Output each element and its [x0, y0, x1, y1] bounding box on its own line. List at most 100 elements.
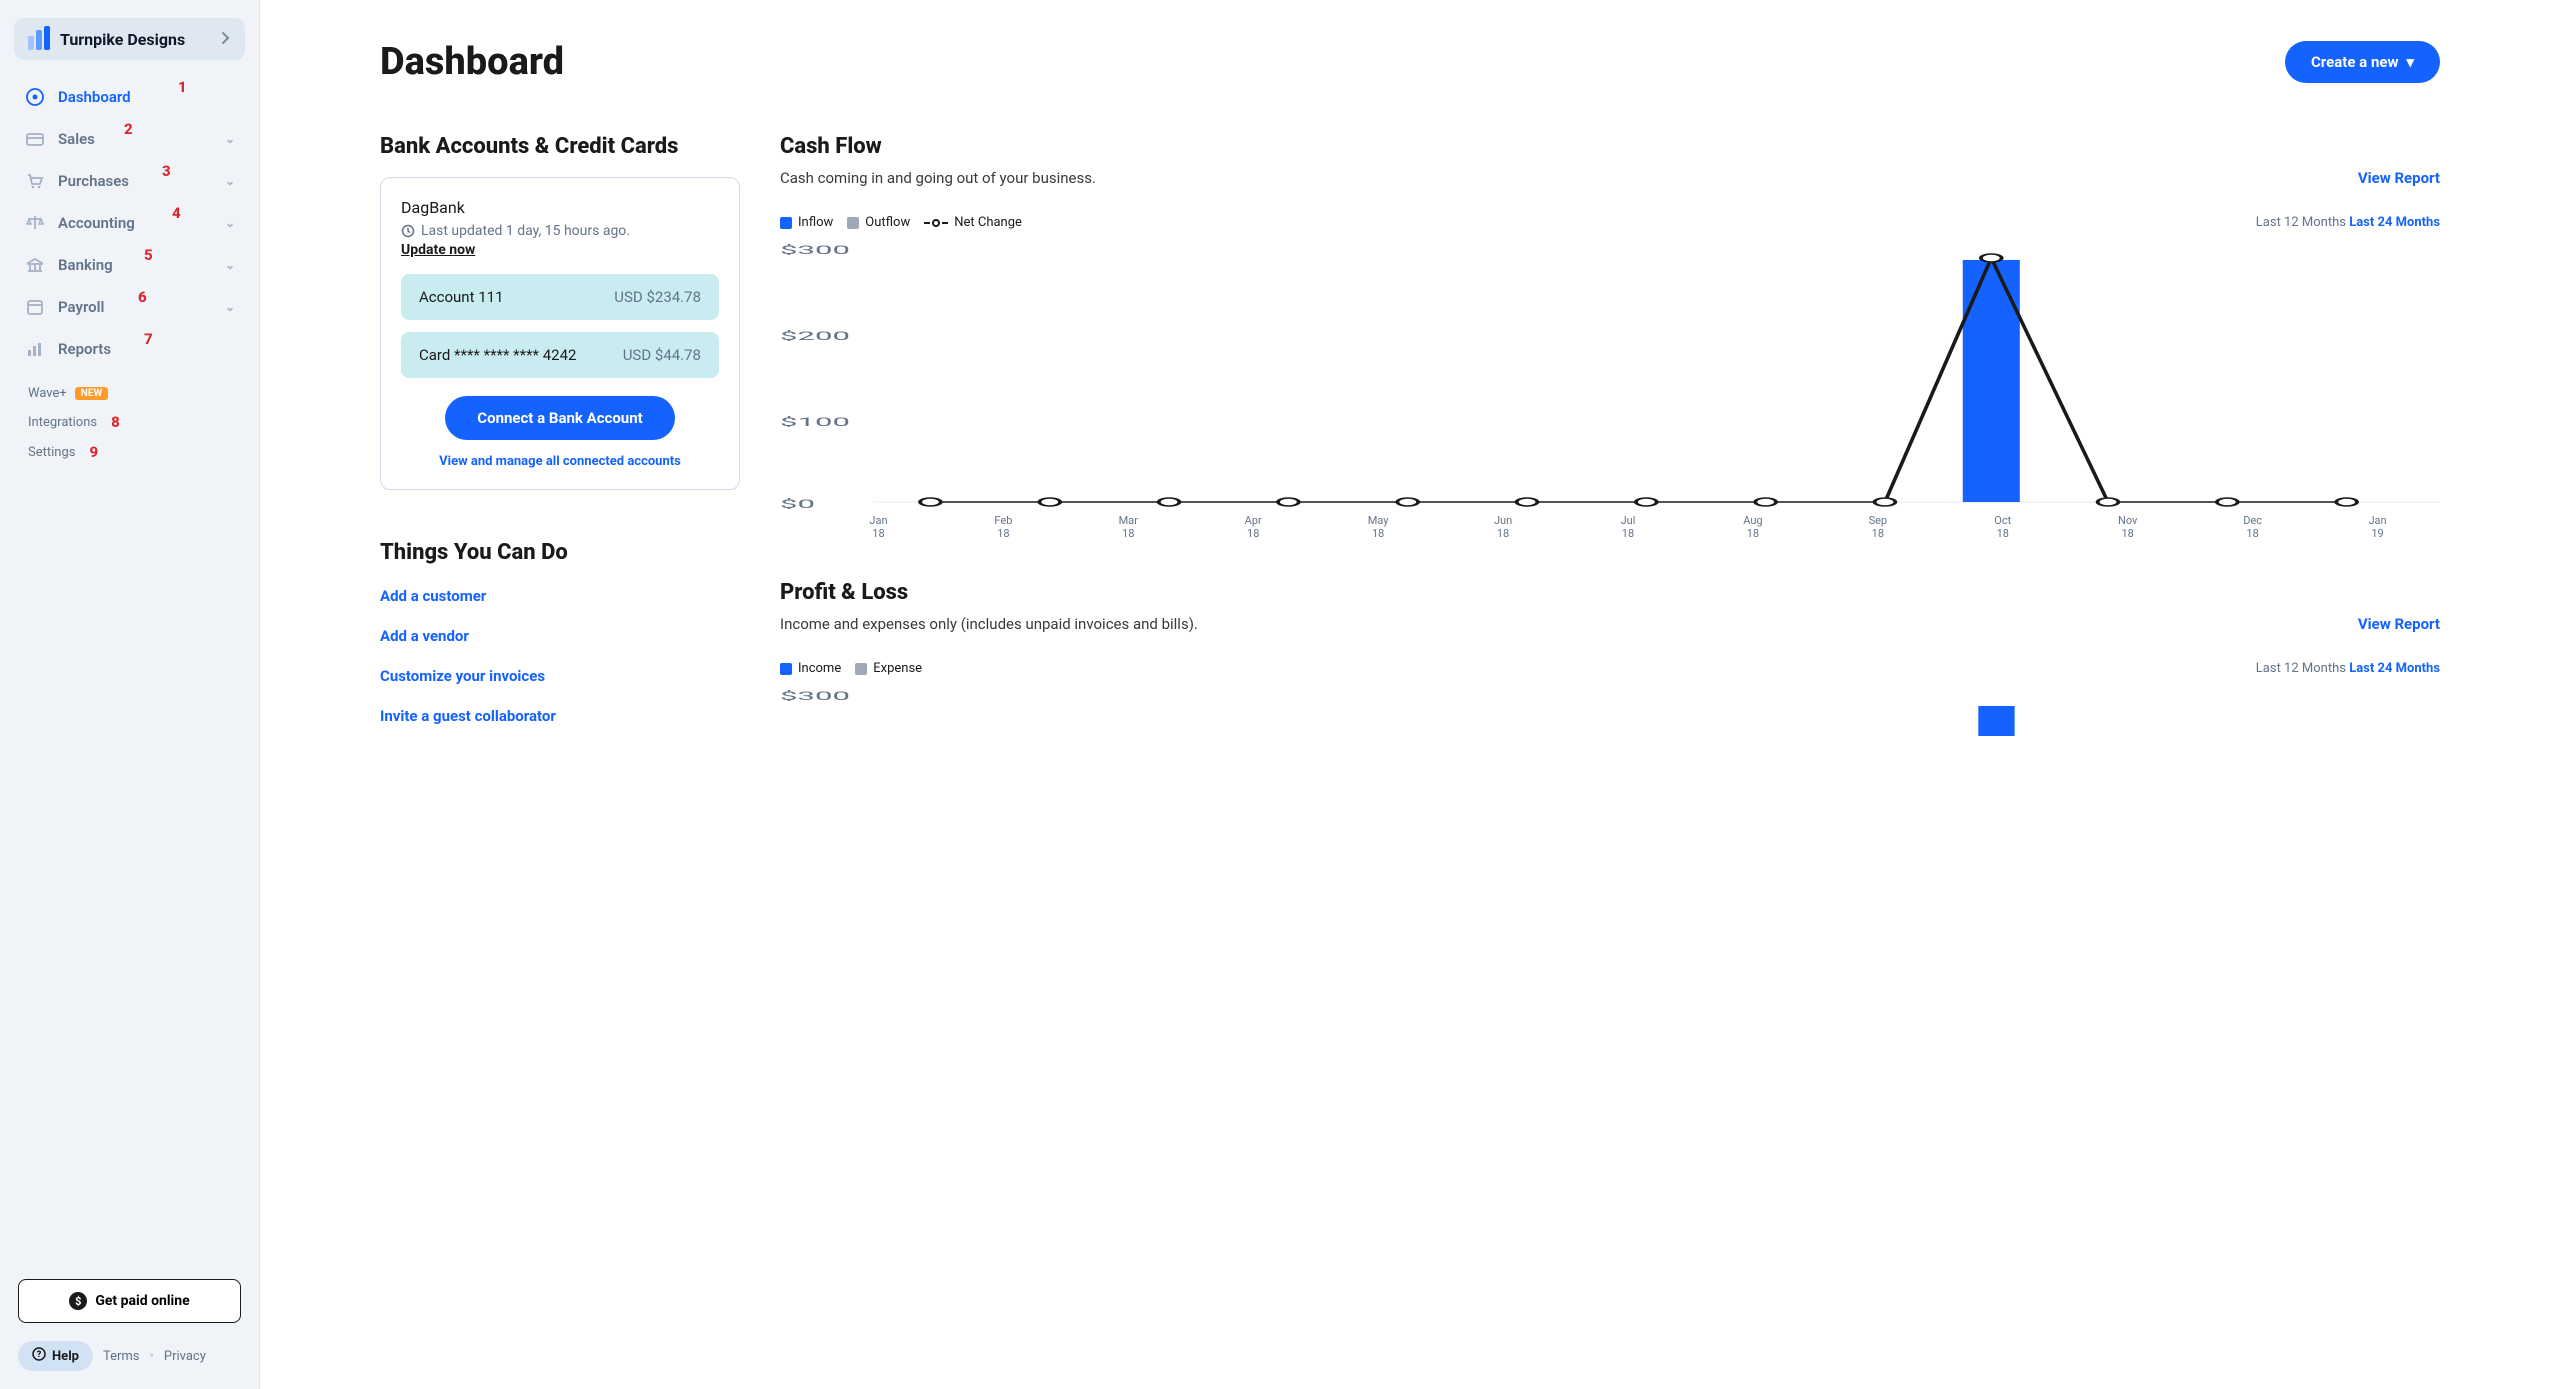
- pl-legend: Income Expense Last 12 Months Last 24 Mo…: [780, 661, 2440, 676]
- x-tick: Jan19: [2315, 514, 2440, 540]
- nav-reports[interactable]: Reports 7: [10, 328, 249, 370]
- annotation-badge: 9: [89, 443, 98, 461]
- x-tick: Oct18: [1940, 514, 2065, 540]
- nav-dashboard[interactable]: Dashboard 1: [10, 76, 249, 118]
- timefilter-12[interactable]: Last 12 Months: [2256, 215, 2346, 230]
- separator-dot: •: [150, 1349, 154, 1364]
- subnav-label: Wave+: [28, 386, 67, 401]
- last-updated-text: Last updated 1 day, 15 hours ago.: [421, 223, 630, 239]
- x-tick: Sep18: [1815, 514, 1940, 540]
- privacy-link[interactable]: Privacy: [164, 1349, 206, 1364]
- annotation-badge: 3: [162, 162, 171, 180]
- dollar-icon: $: [69, 1292, 87, 1310]
- x-tick: Jul18: [1566, 514, 1691, 540]
- subnav-label: Integrations: [28, 415, 97, 430]
- primary-nav: Dashboard 1 Sales 2 ⌄ Purchases 3 ⌄ Acco…: [0, 76, 259, 1261]
- nav-label: Banking: [58, 256, 113, 274]
- cashflow-legend: Inflow Outflow Net Change Last 12 Months…: [780, 215, 2440, 230]
- net-marker-icon: [924, 219, 948, 227]
- card-icon: [24, 128, 46, 150]
- bank-last-updated: Last updated 1 day, 15 hours ago.: [401, 223, 719, 239]
- swatch-icon: [847, 217, 859, 229]
- nav-banking[interactable]: Banking 5 ⌄: [10, 244, 249, 286]
- income-bar: [1978, 706, 2014, 736]
- annotation-badge: 8: [111, 413, 120, 431]
- sidebar: Turnpike Designs Dashboard 1 Sales 2 ⌄ P…: [0, 0, 260, 1389]
- cart-icon: [24, 170, 46, 192]
- annotation-badge: 4: [172, 204, 181, 222]
- nav-sales[interactable]: Sales 2 ⌄: [10, 118, 249, 160]
- help-button[interactable]: ? Help: [18, 1341, 93, 1371]
- x-tick: Feb18: [941, 514, 1066, 540]
- subnav-waveplus[interactable]: Wave+ NEW: [28, 380, 231, 407]
- company-selector[interactable]: Turnpike Designs: [14, 18, 245, 60]
- help-label: Help: [52, 1349, 79, 1364]
- subnav-integrations[interactable]: Integrations 8: [28, 407, 231, 437]
- things-link-customer[interactable]: Add a customer: [380, 587, 740, 605]
- nav-purchases[interactable]: Purchases 3 ⌄: [10, 160, 249, 202]
- nav-accounting[interactable]: Accounting 4 ⌄: [10, 202, 249, 244]
- legend-expense: Expense: [855, 661, 922, 676]
- things-link-vendor[interactable]: Add a vendor: [380, 627, 740, 645]
- things-link-invoices[interactable]: Customize your invoices: [380, 667, 740, 685]
- secondary-nav: Wave+ NEW Integrations 8 Settings 9: [10, 370, 249, 467]
- clock-icon: [401, 224, 415, 238]
- chevron-down-icon: ⌄: [225, 174, 235, 188]
- chevron-down-icon: ⌄: [225, 258, 235, 272]
- chevron-right-icon: [221, 30, 231, 49]
- x-tick: Dec18: [2190, 514, 2315, 540]
- calendar-icon: [24, 296, 46, 318]
- legend-inflow: Inflow: [780, 215, 833, 230]
- footer-links: ? Help Terms • Privacy: [18, 1341, 241, 1371]
- x-tick: Nov18: [2065, 514, 2190, 540]
- terms-link[interactable]: Terms: [103, 1349, 140, 1364]
- view-all-accounts-link[interactable]: View and manage all connected accounts: [401, 454, 719, 469]
- create-new-button[interactable]: Create a new ▾: [2285, 41, 2440, 83]
- chevron-down-icon: ⌄: [225, 300, 235, 314]
- y-tick: $100: [780, 415, 850, 429]
- profit-loss-section: Profit & Loss Income and expenses only (…: [780, 580, 2440, 736]
- cashflow-view-report-link[interactable]: View Report: [2358, 169, 2440, 187]
- new-badge: NEW: [75, 387, 108, 400]
- cashflow-x-axis: Jan18 Feb18 Mar18 Apr18 May18 Jun18 Jul1…: [780, 514, 2440, 540]
- timefilter-24[interactable]: Last 24 Months: [2349, 661, 2440, 676]
- subnav-settings[interactable]: Settings 9: [28, 437, 231, 467]
- annotation-badge: 5: [144, 246, 153, 264]
- x-tick: Jan18: [816, 514, 941, 540]
- things-link-collaborator[interactable]: Invite a guest collaborator: [380, 707, 740, 725]
- legend-income: Income: [780, 661, 841, 676]
- annotation-badge: 7: [144, 330, 153, 348]
- connect-bank-button[interactable]: Connect a Bank Account: [445, 396, 674, 440]
- help-icon: ?: [32, 1347, 46, 1365]
- button-label: Create a new: [2311, 53, 2398, 71]
- chevron-down-icon: ⌄: [225, 132, 235, 146]
- timefilter-24[interactable]: Last 24 Months: [2349, 215, 2440, 230]
- annotation-badge: 6: [138, 288, 147, 306]
- nav-label: Dashboard: [58, 88, 131, 106]
- account-amount: USD $234.78: [614, 288, 701, 306]
- nav-label: Payroll: [58, 298, 104, 316]
- scales-icon: [24, 212, 46, 234]
- swatch-icon: [855, 663, 867, 675]
- account-row[interactable]: Account 111 USD $234.78: [401, 274, 719, 320]
- account-row[interactable]: Card **** **** **** 4242 USD $44.78: [401, 332, 719, 378]
- cashflow-chart: $300 $200 $100 $0 Jan18: [780, 240, 2440, 530]
- timefilter-12[interactable]: Last 12 Months: [2256, 661, 2346, 676]
- update-now-link[interactable]: Update now: [401, 242, 475, 258]
- sidebar-bottom: $ Get paid online ? Help Terms • Privacy: [0, 1261, 259, 1389]
- pl-chart: $300: [780, 686, 2440, 736]
- x-tick: Mar18: [1066, 514, 1191, 540]
- account-name: Account 111: [419, 288, 504, 306]
- legend-outflow: Outflow: [847, 215, 910, 230]
- wave-logo-icon: [28, 28, 50, 50]
- company-name: Turnpike Designs: [60, 30, 211, 49]
- get-paid-online-button[interactable]: $ Get paid online: [18, 1279, 241, 1323]
- nav-payroll[interactable]: Payroll 6 ⌄: [10, 286, 249, 328]
- swatch-icon: [780, 663, 792, 675]
- x-tick: May18: [1316, 514, 1441, 540]
- caret-down-icon: ▾: [2406, 53, 2414, 71]
- pl-view-report-link[interactable]: View Report: [2358, 615, 2440, 633]
- button-label: Get paid online: [95, 1293, 189, 1309]
- bank-name: DagBank: [401, 198, 719, 217]
- pl-title: Profit & Loss: [780, 580, 2440, 605]
